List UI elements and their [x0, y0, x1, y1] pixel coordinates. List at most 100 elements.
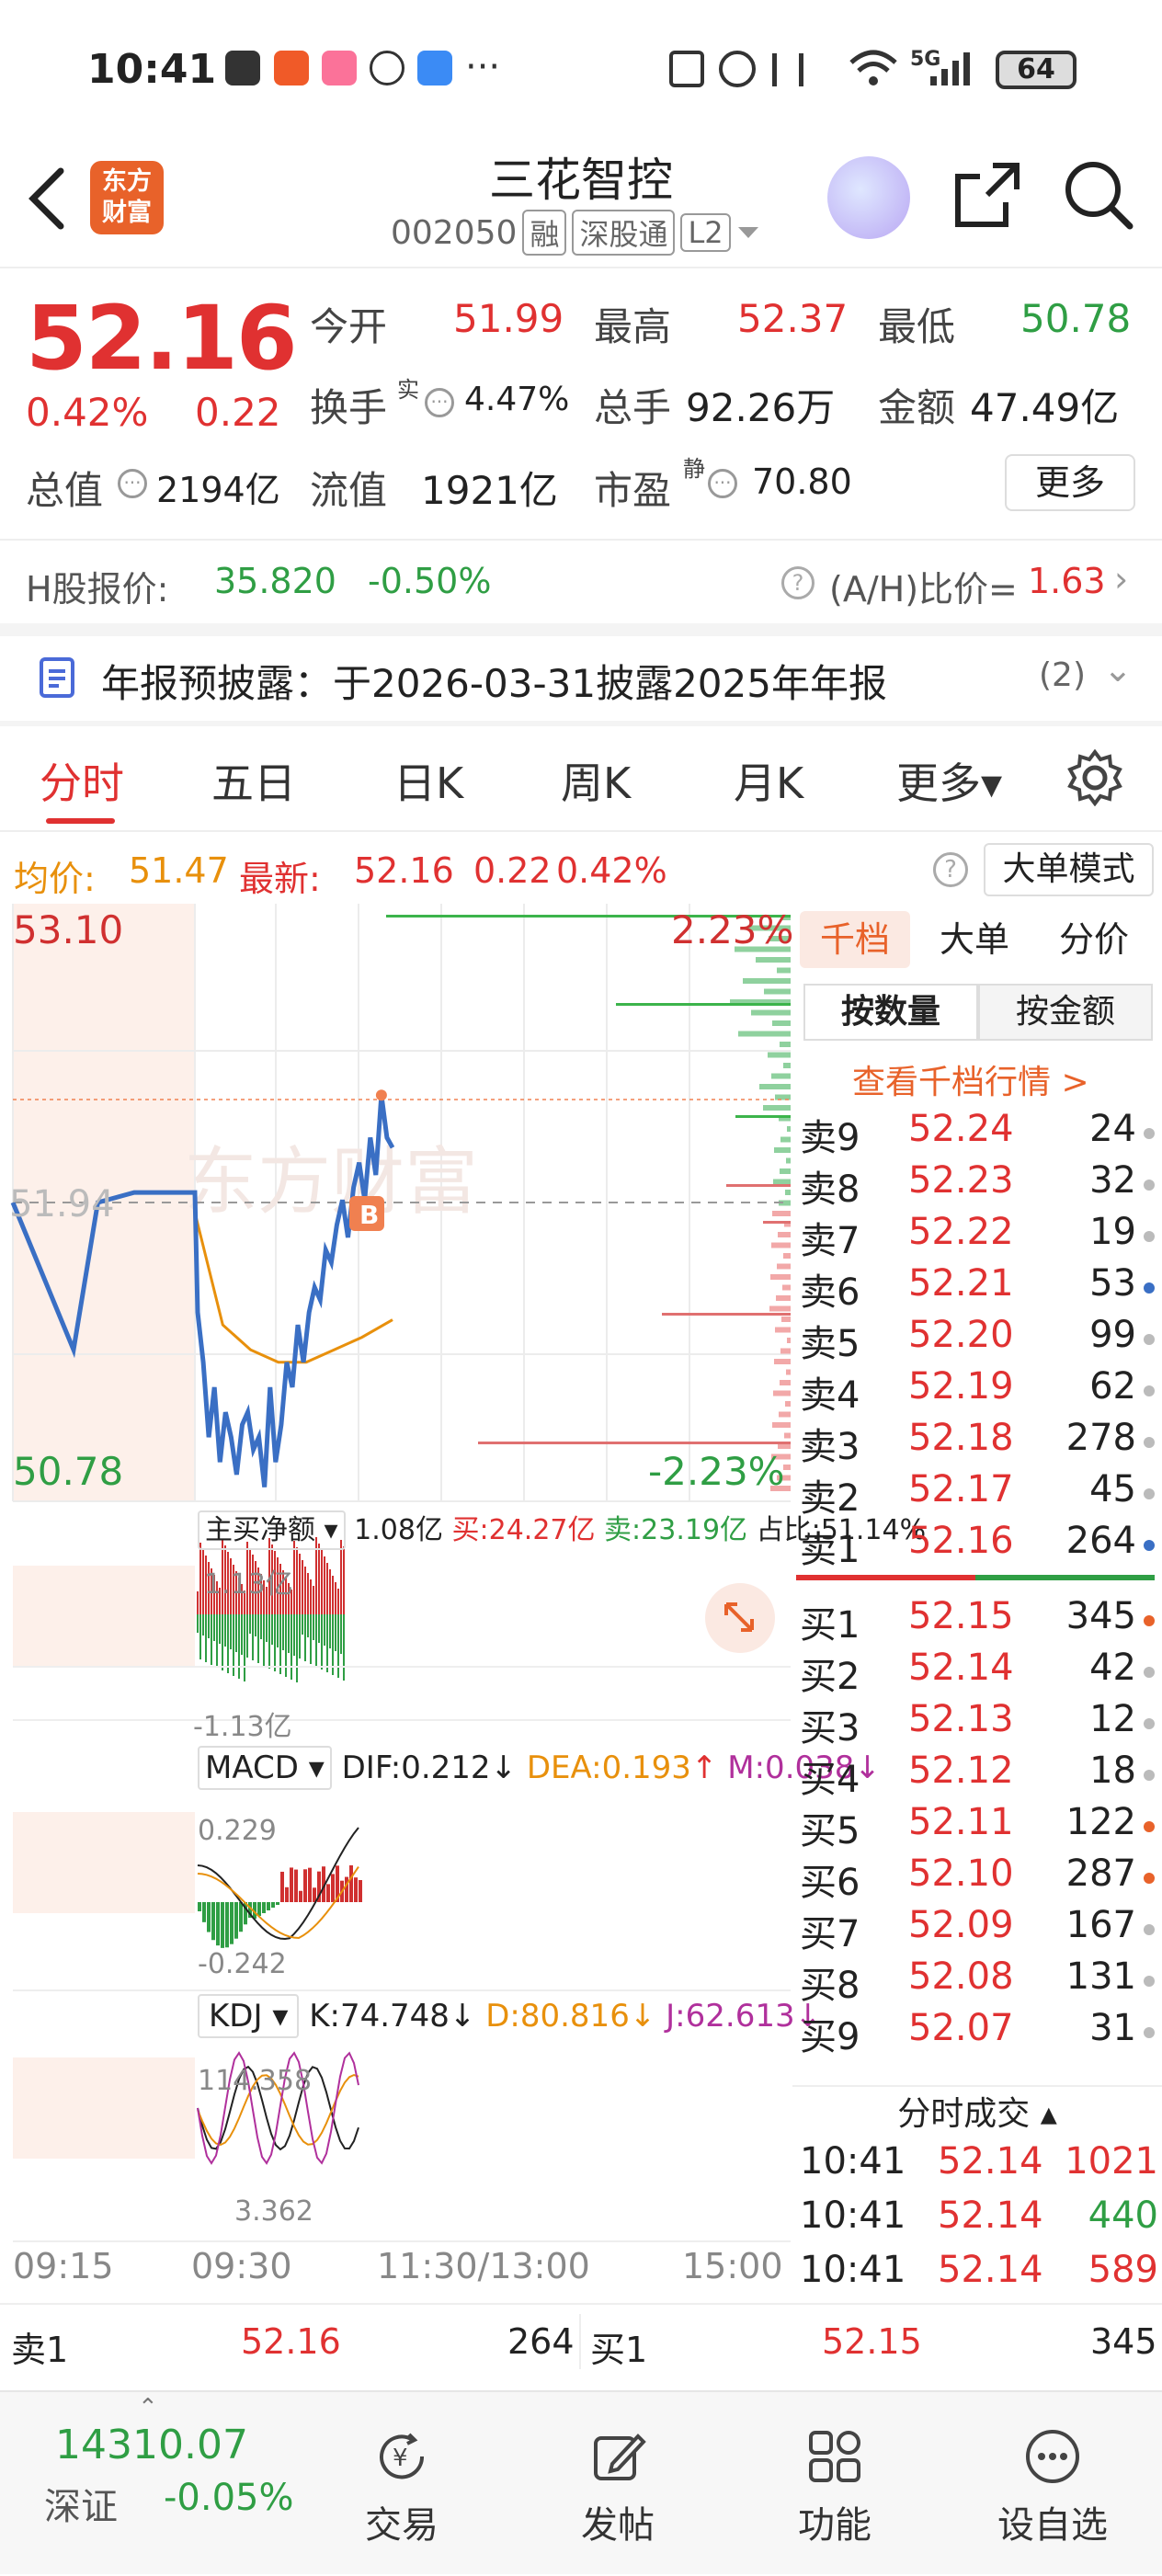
nav-add-watchlist[interactable]: 设自选 [984, 2392, 1122, 2548]
ask-dot [1144, 1180, 1155, 1191]
kdj-k: K:74.748 [309, 1998, 450, 2035]
summary-buy-price: 52.15 [822, 2321, 922, 2362]
tab-price-dist[interactable]: 分价 [1059, 911, 1129, 968]
bid-row[interactable]: 买1 52.15 345 [800, 1595, 1158, 1647]
nav-post[interactable]: 发帖 [549, 2392, 687, 2548]
tab-intraday[interactable]: 分时 [40, 750, 124, 811]
view-level1000-link[interactable]: 查看千档行情 > [852, 1055, 1089, 1103]
macd-bar [198, 1902, 201, 1911]
bid-row[interactable]: 买5 52.11 122 [800, 1801, 1158, 1852]
nav-trade[interactable]: ¥ 交易 [333, 2392, 471, 2548]
current-price: 52.16 [26, 287, 298, 390]
tab-daily-k[interactable]: 日K [393, 750, 463, 811]
share-icon[interactable] [952, 160, 1022, 230]
ask-price: 52.21 [908, 1262, 1014, 1305]
stock-subtitle[interactable]: 002050 融 深股通 L2 [391, 210, 760, 256]
netflow-top: 1.13亿 [204, 1568, 293, 1601]
gear-icon[interactable] [1066, 749, 1123, 806]
more-button[interactable]: 更多 [1005, 454, 1135, 511]
ask-row[interactable]: 卖4 52.19 62 [800, 1365, 1158, 1417]
buy-marker-label: B [359, 1200, 379, 1230]
depth-bar [776, 1295, 791, 1301]
bid-price: 52.07 [908, 2007, 1014, 2049]
hshare-row[interactable]: H股报价: 35.820 -0.50% ? (A/H)比价= 1.63 › [0, 541, 1162, 623]
pct-axis-bottom: -2.23% [648, 1449, 785, 1494]
macd-bar [290, 1867, 293, 1902]
ask-volume: 264 [1065, 1520, 1136, 1562]
subtab-by-amount[interactable]: 按金额 [978, 984, 1153, 1041]
depth-bar [774, 1147, 791, 1153]
summary-buy-vol: 345 [1090, 2321, 1157, 2362]
bottom-navbar: ⌃ 14310.07 深证 -0.05% ¥ 交易 发帖 功能 设自选 [0, 2390, 1162, 2574]
netflow-sell-bar [266, 1614, 268, 1642]
ask-price: 52.22 [908, 1211, 1014, 1253]
question-icon[interactable]: ? [933, 852, 968, 887]
netflow-sell-bar [282, 1614, 284, 1650]
depth-bar [735, 1115, 791, 1118]
ask-row[interactable]: 卖8 52.23 32 [800, 1159, 1158, 1211]
depth-bar [769, 1305, 791, 1312]
bid-row[interactable]: 买8 52.08 131 [800, 1955, 1158, 2007]
bid-dot [1144, 1718, 1155, 1729]
nav-functions[interactable]: 功能 [766, 2392, 904, 2548]
bid-row[interactable]: 买4 52.12 18 [800, 1750, 1158, 1801]
netflow-sell-bar [315, 1614, 317, 1667]
ask-dot [1144, 1231, 1155, 1242]
kdj-selector[interactable]: KDJ ▾ [198, 1994, 300, 2038]
netflow-sell-bar [208, 1614, 210, 1638]
ask-row[interactable]: 卖6 52.21 53 [800, 1262, 1158, 1314]
question-icon[interactable]: ? [781, 566, 815, 599]
ask-row[interactable]: 卖7 52.22 19 [800, 1211, 1158, 1262]
bid-price: 52.13 [908, 1698, 1014, 1740]
intraday-chart[interactable]: 东方财富 B 53.10 51.94 50.78 2.23% -2.23% 1.… [0, 904, 793, 2283]
macd-top: 0.229 [198, 1815, 277, 1847]
ask-row[interactable]: 卖3 52.18 278 [800, 1417, 1158, 1468]
netflow-selector[interactable]: 主买净额 ▾ [198, 1510, 346, 1550]
bid-dot [1144, 1667, 1155, 1678]
netflow-buy-bar [313, 1586, 314, 1614]
big-order-mode-button[interactable]: 大单模式 [984, 843, 1154, 896]
tab-big-order[interactable]: 大单 [940, 911, 1009, 968]
bid-row[interactable]: 买7 52.09 167 [800, 1904, 1158, 1955]
info-icon[interactable]: ··· [708, 469, 737, 498]
ask-row[interactable]: 卖9 52.24 24 [800, 1108, 1158, 1159]
bid-row[interactable]: 买3 52.13 12 [800, 1698, 1158, 1750]
trade-price: 52.14 [938, 2194, 1043, 2237]
netflow-sell-bar [318, 1614, 320, 1643]
intraday-chart-area[interactable]: 东方财富 B 53.10 51.94 50.78 2.23% -2.23% 1.… [0, 904, 926, 2286]
bid-dot [1144, 1821, 1155, 1832]
bid-price: 52.09 [908, 1904, 1014, 1946]
ai-assistant-avatar[interactable] [827, 156, 910, 239]
bid-row[interactable]: 买2 52.14 42 [800, 1647, 1158, 1698]
ask-row[interactable]: 卖1 52.16 264 [800, 1520, 1158, 1571]
tab-level1000[interactable]: 千档 [800, 911, 910, 968]
macd-selector[interactable]: MACD ▾ [198, 1746, 332, 1790]
macd-bar [207, 1902, 211, 1932]
bid-volume: 167 [1065, 1904, 1136, 1946]
y-axis-mid: 51.94 [9, 1183, 115, 1225]
tab-more[interactable]: 更多▾ [896, 750, 1002, 811]
tab-monthly-k[interactable]: 月K [734, 750, 803, 811]
ask-row[interactable]: 卖5 52.20 99 [800, 1314, 1158, 1365]
trades-header[interactable]: 分时成交 ▴ [792, 2085, 1162, 2138]
netflow-sell-bar [235, 1614, 237, 1652]
hshare-change: -0.50% [368, 561, 492, 601]
tab-five-day[interactable]: 五日 [211, 750, 296, 811]
search-icon[interactable] [1062, 158, 1135, 232]
info-icon[interactable]: ··· [118, 469, 147, 498]
subtab-by-qty[interactable]: 按数量 [803, 984, 978, 1041]
turnover-value: 4.47% [464, 381, 570, 418]
volume-value: 92.26万 [686, 385, 836, 430]
info-icon[interactable]: ··· [425, 388, 454, 417]
depth-bar [774, 1359, 791, 1364]
depth-bar [751, 1009, 791, 1016]
depth-bar [785, 1401, 791, 1407]
low-label: 最低 [878, 304, 956, 349]
index-widget[interactable]: ⌃ 14310.07 深证 -0.05% [0, 2392, 313, 2576]
notice-row[interactable]: 年报预披露：于2026-03-31披露2025年年报 (2) ⌄ [0, 636, 1162, 721]
bid-row[interactable]: 买6 52.10 287 [800, 1852, 1158, 1904]
ask-row[interactable]: 卖2 52.17 45 [800, 1468, 1158, 1520]
tab-weekly-k[interactable]: 周K [561, 750, 631, 811]
divider [0, 623, 1162, 636]
bid-row[interactable]: 买9 52.07 31 [800, 2007, 1158, 2058]
